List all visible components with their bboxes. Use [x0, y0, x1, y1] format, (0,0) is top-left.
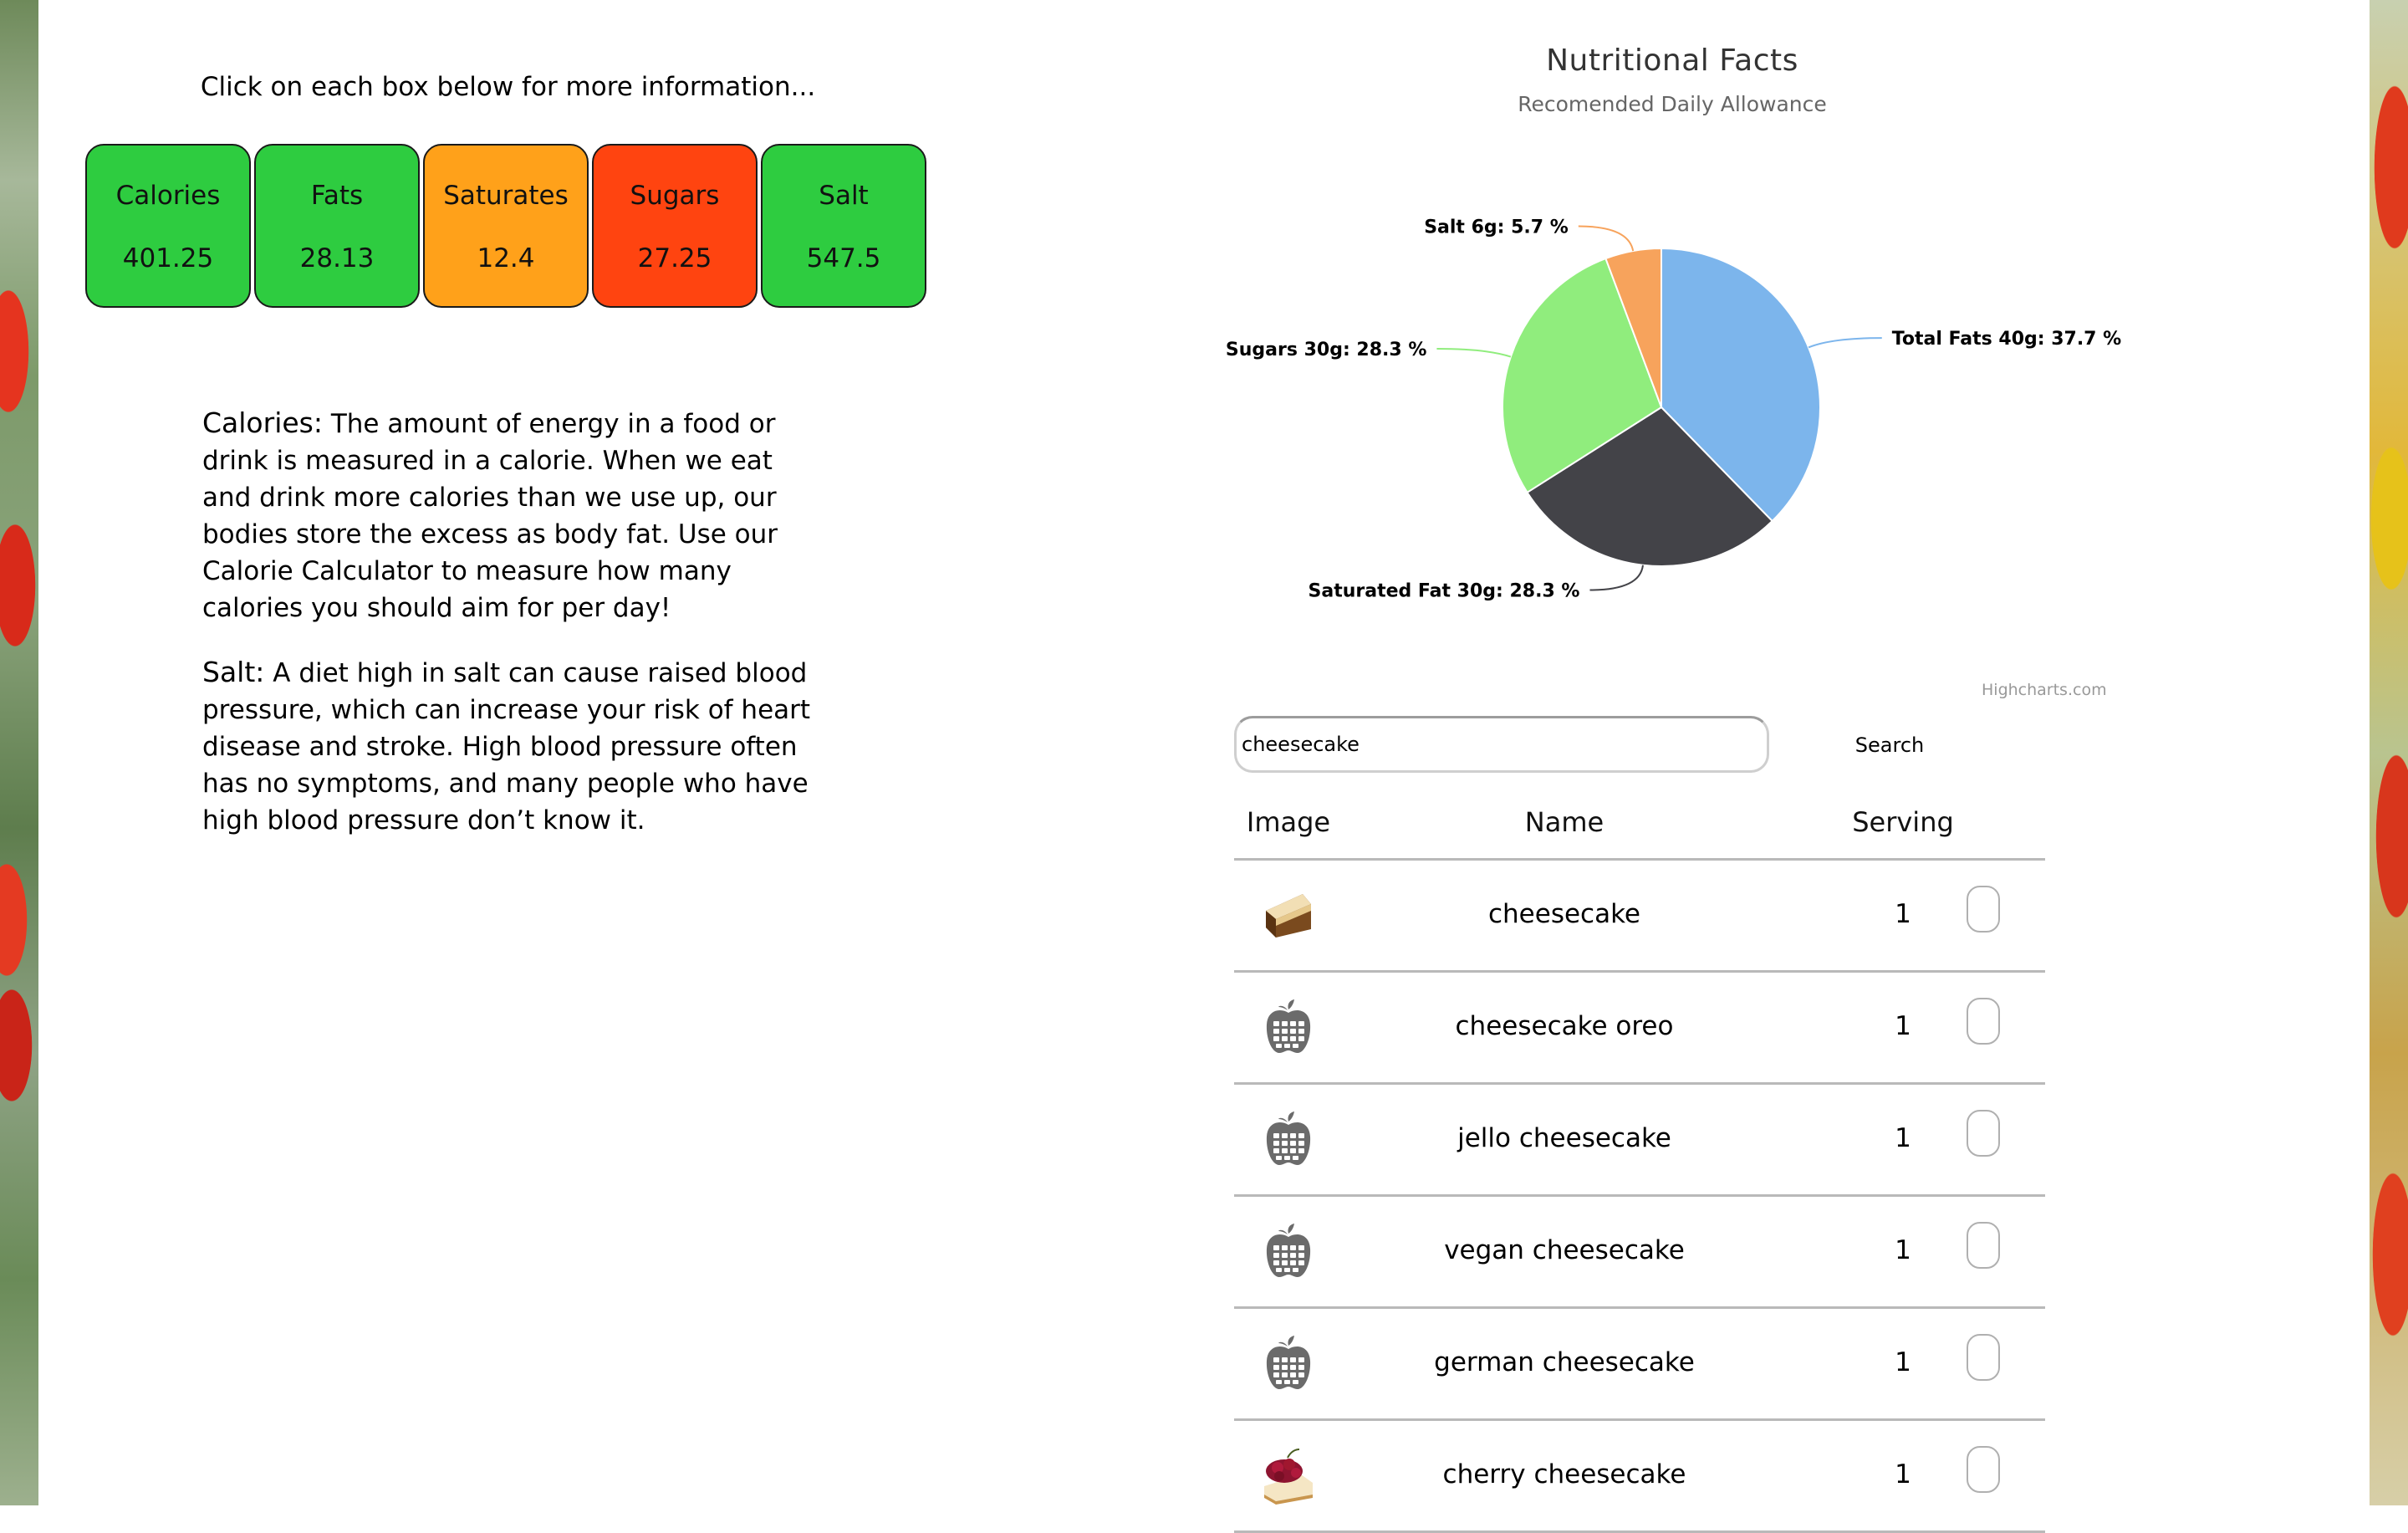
column-header-image: Image	[1246, 806, 1331, 838]
row-serving: 1	[1895, 1123, 1911, 1153]
nutrient-descriptions: Calories: The amount of energy in a food…	[202, 405, 821, 866]
nutrient-box-value: 28.13	[299, 243, 375, 273]
description-salt: Salt: A diet high in salt can cause rais…	[202, 654, 821, 839]
column-header-serving: Serving	[1852, 806, 1954, 838]
nutrient-box-label: Fats	[310, 181, 364, 211]
nutrient-box-calories[interactable]: Calories 401.25	[85, 144, 251, 308]
description-calories: Calories: The amount of energy in a food…	[202, 405, 821, 626]
nutrient-box-value: 401.25	[122, 243, 214, 273]
apple-calculator-icon	[1259, 1334, 1318, 1392]
nutrient-box-value: 547.5	[806, 243, 881, 273]
column-header-name: Name	[1524, 806, 1604, 838]
row-name: cherry cheesecake	[1442, 1459, 1686, 1490]
pie-data-label: Saturated Fat 30g: 28.3 %	[1309, 581, 1580, 602]
results-table: Image Name Serving cheesecake 1 cheesecake…	[1234, 796, 2045, 1533]
row-name: cheesecake oreo	[1455, 1011, 1674, 1041]
apple-calculator-icon	[1259, 998, 1318, 1056]
nutrient-box-fats[interactable]: Fats 28.13	[254, 144, 420, 308]
table-row[interactable]: vegan cheesecake 1	[1234, 1197, 2045, 1309]
nutrient-box-value: 12.4	[477, 243, 535, 273]
row-serving: 1	[1895, 1459, 1911, 1490]
row-select-toggle[interactable]	[1967, 1446, 2000, 1493]
nutrient-box-label: Sugars	[630, 181, 720, 211]
nutrient-box-label: Salt	[819, 181, 869, 211]
row-select-toggle[interactable]	[1967, 1110, 2000, 1157]
cherry-cheesecake-icon	[1259, 1446, 1318, 1505]
description-text: The amount of energy in a food or drink …	[202, 409, 778, 623]
table-row[interactable]: cherry cheesecake 1	[1234, 1421, 2045, 1533]
apple-calculator-icon	[1259, 1110, 1318, 1168]
background-tomatoes-left	[0, 0, 38, 1505]
table-row[interactable]: jello cheesecake 1	[1234, 1085, 2045, 1197]
row-serving: 1	[1895, 1235, 1911, 1265]
nutrient-boxes: Calories 401.25 Fats 28.13 Saturates 12.…	[85, 144, 931, 311]
table-row[interactable]: german cheesecake 1	[1234, 1309, 2045, 1421]
pie-data-label: Total Fats 40g: 37.7 %	[1892, 329, 2121, 350]
table-row[interactable]: cheesecake 1	[1234, 861, 2045, 973]
pie-connector	[1578, 225, 1635, 252]
row-select-toggle[interactable]	[1967, 1334, 2000, 1381]
nutrient-box-value: 27.25	[637, 243, 712, 273]
row-serving: 1	[1895, 1347, 1911, 1377]
row-name: jello cheesecake	[1457, 1123, 1671, 1153]
row-serving: 1	[1895, 899, 1911, 929]
table-row[interactable]: cheesecake oreo 1	[1234, 973, 2045, 1085]
pie-connector	[1436, 348, 1512, 358]
search-button[interactable]: Search	[1798, 724, 1982, 766]
nutrient-box-label: Saturates	[443, 181, 569, 211]
pie-data-label: Sugars 30g: 28.3 %	[1226, 340, 1427, 360]
chart-title: Nutritional Facts	[1546, 43, 1798, 78]
row-serving: 1	[1895, 1011, 1911, 1041]
pie-connector	[1589, 565, 1644, 591]
nutrient-box-salt[interactable]: Salt 547.5	[761, 144, 926, 308]
intro-text: Click on each box below for more informa…	[200, 72, 816, 102]
row-name: cheesecake	[1487, 899, 1641, 929]
nutrient-box-sugars[interactable]: Sugars 27.25	[592, 144, 758, 308]
description-text: A diet high in salt can cause raised blo…	[202, 658, 811, 835]
pie-connector	[1808, 337, 1882, 349]
cheesecake-slice-icon	[1259, 886, 1318, 944]
row-name: vegan cheesecake	[1444, 1235, 1685, 1265]
row-select-toggle[interactable]	[1967, 998, 2000, 1045]
chart-subtitle: Recomended Daily Allowance	[1518, 92, 1827, 116]
row-select-toggle[interactable]	[1967, 1222, 2000, 1269]
search-input[interactable]	[1234, 716, 1769, 773]
table-header: Image Name Serving	[1234, 796, 2045, 861]
nutrient-box-saturates[interactable]: Saturates 12.4	[423, 144, 589, 308]
pie-chart: Total Fats 40g: 37.7 % Saturated Fat 30g:…	[1226, 217, 2121, 602]
row-select-toggle[interactable]	[1967, 886, 2000, 933]
background-tomatoes-right	[2370, 0, 2408, 1505]
description-term: Calories:	[202, 406, 323, 439]
nutrient-box-label: Calories	[115, 181, 221, 211]
apple-calculator-icon	[1259, 1222, 1318, 1280]
row-name: german cheesecake	[1434, 1347, 1695, 1377]
pie-data-label: Salt 6g: 5.7 %	[1424, 217, 1569, 238]
description-term: Salt:	[202, 656, 265, 688]
highcharts-credits[interactable]: Highcharts.com	[1982, 681, 2107, 699]
